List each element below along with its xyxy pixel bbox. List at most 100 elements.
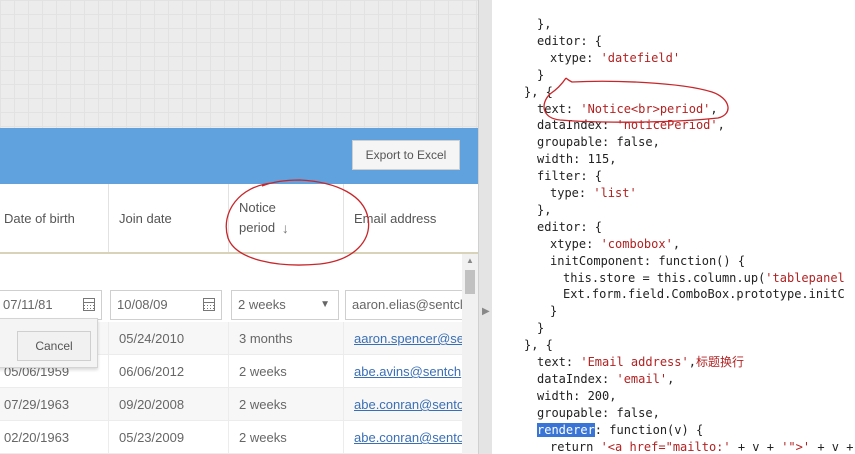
code-text: dataIndex: bbox=[537, 118, 617, 133]
code-line: return '<a href="mailto:' + v + '">' + v… bbox=[550, 439, 855, 454]
cell-notice-period: 2 weeks bbox=[229, 421, 344, 454]
code-text: } bbox=[537, 321, 545, 336]
date-of-birth-field[interactable]: 07/11/81 bbox=[0, 290, 102, 320]
code-line: text: 'Notice<br>period', bbox=[537, 101, 718, 118]
calendar-icon[interactable] bbox=[203, 298, 215, 311]
export-to-excel-button[interactable]: Export to Excel bbox=[352, 140, 460, 170]
code-string: 'email' bbox=[616, 371, 668, 386]
code-string: 'Email address' bbox=[580, 355, 689, 369]
arrow-down-icon: ↓ bbox=[281, 220, 289, 236]
cell-email: abe.conran@sento bbox=[344, 421, 462, 454]
cell-email: aaron.spencer@se bbox=[344, 322, 462, 355]
panel-splitter[interactable]: ▶ bbox=[478, 0, 492, 454]
code-string: '">' bbox=[781, 439, 811, 454]
column-header-email-address[interactable]: Email address bbox=[344, 184, 478, 252]
cell-join-date: 09/20/2008 bbox=[109, 388, 229, 421]
code-string: 'noticePeriod' bbox=[616, 118, 718, 133]
code-line: Ext.form.field.ComboBox.prototype.initC bbox=[563, 286, 845, 303]
code-string: 'datefield' bbox=[600, 50, 681, 65]
chevron-right-icon[interactable]: ▶ bbox=[482, 306, 490, 317]
grid-column-headers: Date of birth Join date Notice period ↓ … bbox=[0, 184, 478, 254]
code-text: dataIndex: bbox=[537, 371, 617, 386]
calendar-icon[interactable] bbox=[83, 298, 95, 311]
code-string: '<a href="mailto:' bbox=[600, 439, 731, 454]
column-header-label: Email address bbox=[354, 210, 437, 226]
code-line: editor: { bbox=[537, 219, 602, 236]
code-text: Ext.form.field.ComboBox.prototype.initC bbox=[563, 287, 845, 302]
vertical-scrollbar[interactable]: ▲ bbox=[462, 254, 478, 454]
notice-period-value: 2 weeks bbox=[238, 297, 286, 312]
cell-join-date: 05/24/2010 bbox=[109, 322, 229, 355]
code-line: xtype: 'datefield' bbox=[550, 50, 680, 67]
cell-date-of-birth: 02/20/1963 bbox=[0, 421, 109, 454]
code-line: xtype: 'combobox', bbox=[550, 236, 680, 253]
grid-panel-header: Export to Excel bbox=[0, 128, 478, 184]
notice-period-combobox[interactable]: 2 weeks ▼ bbox=[231, 290, 339, 320]
code-line: dataIndex: 'noticePeriod', bbox=[537, 117, 725, 134]
app-canvas: Export to Excel Date of birth Join date … bbox=[0, 0, 480, 454]
table-row[interactable]: 07/29/1963 09/20/2008 2 weeks abe.conran… bbox=[0, 388, 462, 421]
filter-row bbox=[0, 254, 462, 288]
code-text: }, bbox=[537, 17, 552, 31]
join-date-value: 10/08/09 bbox=[117, 297, 168, 312]
code-line: }, bbox=[537, 16, 551, 33]
code-text: } bbox=[550, 304, 558, 319]
code-line: } bbox=[537, 320, 544, 337]
row-editor-buttons: Cancel bbox=[0, 318, 98, 368]
code-text: }, bbox=[537, 202, 552, 217]
column-header-label: Join date bbox=[119, 210, 172, 226]
code-text: + v + bbox=[730, 439, 782, 454]
join-date-field[interactable]: 10/08/09 bbox=[110, 290, 222, 320]
email-field[interactable]: aaron.elias@sentcl bbox=[345, 290, 467, 320]
cancel-button[interactable]: Cancel bbox=[17, 331, 91, 361]
code-comment: 标题换行 bbox=[695, 355, 744, 369]
cell-email: abe.conran@sento bbox=[344, 388, 462, 421]
cell-notice-period: 2 weeks bbox=[229, 388, 344, 421]
code-line: groupable: false, bbox=[537, 134, 660, 151]
cell-join-date: 06/06/2012 bbox=[109, 355, 229, 388]
email-link[interactable]: abe.avins@sentch bbox=[354, 364, 461, 379]
email-link[interactable]: abe.conran@sento bbox=[354, 397, 462, 412]
code-line: dataIndex: 'email', bbox=[537, 371, 674, 388]
code-line: }, { bbox=[524, 337, 553, 354]
code-line: }, bbox=[537, 202, 551, 219]
code-line: initComponent: function() { bbox=[550, 253, 745, 270]
code-line: renderer: function(v) { bbox=[537, 422, 703, 439]
code-text: xtype: bbox=[550, 236, 601, 251]
scroll-up-icon[interactable]: ▲ bbox=[462, 254, 478, 268]
cell-notice-period: 2 weeks bbox=[229, 355, 344, 388]
table-row[interactable]: 02/20/1963 05/23/2009 2 weeks abe.conran… bbox=[0, 421, 462, 454]
email-link[interactable]: abe.conran@sento bbox=[354, 430, 462, 445]
code-text: filter: { bbox=[537, 169, 603, 184]
code-editor: }, editor: {xtype: 'datefield'}}, {text: … bbox=[492, 0, 855, 454]
column-header-notice-period[interactable]: Notice period ↓ bbox=[229, 184, 344, 252]
code-line: } bbox=[537, 67, 544, 84]
column-header-date-of-birth[interactable]: Date of birth bbox=[0, 184, 109, 252]
chevron-down-icon[interactable]: ▼ bbox=[320, 291, 330, 319]
column-header-label: Date of birth bbox=[4, 210, 75, 226]
code-text: groupable: false, bbox=[537, 405, 660, 420]
code-text: xtype: bbox=[550, 50, 601, 65]
scrollbar-thumb[interactable] bbox=[465, 270, 475, 294]
email-value: aaron.elias@sentcl bbox=[352, 297, 463, 312]
column-header-join-date[interactable]: Join date bbox=[109, 184, 229, 252]
code-text: this.store = this.column.up( bbox=[563, 270, 766, 285]
cell-date-of-birth: 07/29/1963 bbox=[0, 388, 109, 421]
code-text: type: bbox=[550, 186, 594, 200]
code-line: this.store = this.column.up('tablepanel bbox=[563, 270, 845, 287]
cell-notice-period: 3 months bbox=[229, 322, 344, 355]
code-text: text: bbox=[537, 355, 581, 369]
code-text: width: 115, bbox=[537, 152, 617, 167]
code-text: , bbox=[667, 371, 675, 386]
code-string: 'list' bbox=[593, 186, 637, 200]
code-text: initComponent: function() { bbox=[550, 253, 746, 268]
code-line: width: 200, bbox=[537, 388, 616, 405]
email-link[interactable]: aaron.spencer@se bbox=[354, 331, 462, 346]
code-line: groupable: false, bbox=[537, 405, 660, 422]
code-line: }, { bbox=[524, 84, 553, 101]
code-text: groupable: false, bbox=[537, 135, 660, 150]
code-line: width: 115, bbox=[537, 151, 616, 168]
code-text: }, { bbox=[524, 338, 553, 353]
cell-email: abe.avins@sentch bbox=[344, 355, 462, 388]
code-string: 'combobox' bbox=[600, 236, 673, 251]
